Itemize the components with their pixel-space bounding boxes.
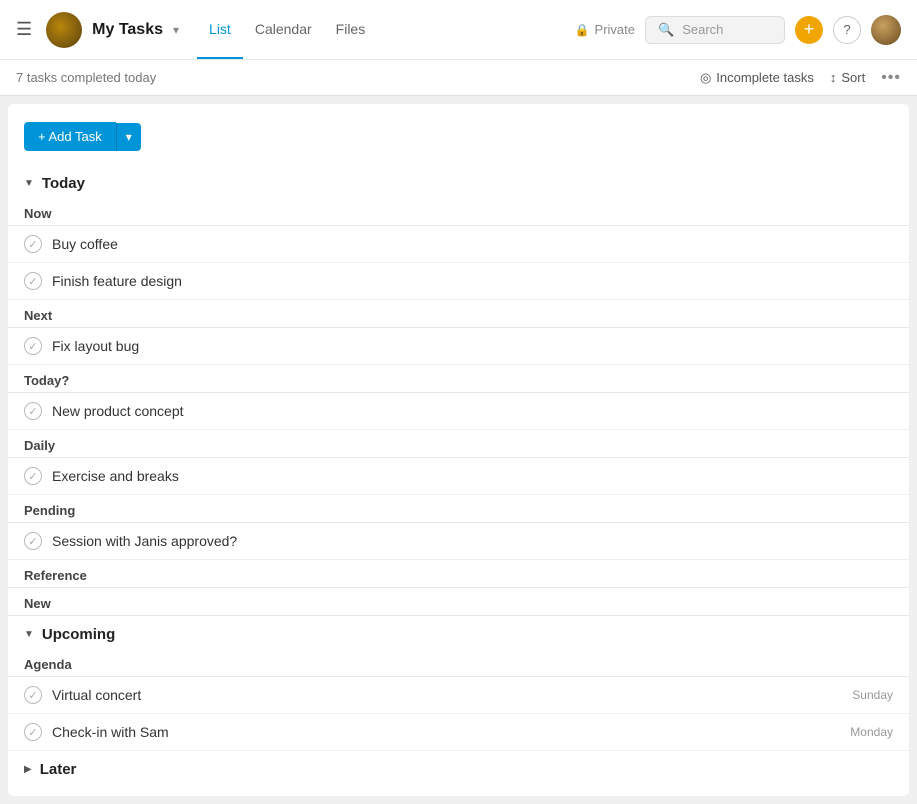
app-title-dropdown-icon[interactable]: ▾ [173, 23, 179, 37]
today-collapse-arrow: ▼ [24, 178, 34, 189]
task-name: Buy coffee [52, 236, 893, 252]
task-name: Virtual concert [52, 687, 842, 703]
task-name: Finish feature design [52, 273, 893, 289]
later-section-title: Later [40, 761, 77, 778]
tasks-completed-label: 7 tasks completed today [16, 70, 156, 85]
upcoming-section-title: Upcoming [42, 626, 115, 643]
header-left: ☰ My Tasks ▾ List Calendar Files [16, 1, 575, 59]
task-item[interactable]: ✓ Check-in with Sam Monday [8, 714, 909, 751]
add-task-row: + Add Task ▾ [8, 116, 909, 165]
incomplete-tasks-filter[interactable]: ◎ Incomplete tasks [700, 70, 814, 86]
task-item[interactable]: ✓ Exercise and breaks [8, 458, 909, 495]
sort-label: Sort [841, 70, 865, 85]
sort-button[interactable]: ↕ Sort [830, 70, 865, 85]
add-button[interactable]: + [795, 16, 823, 44]
task-item[interactable]: ✓ New product concept [8, 393, 909, 430]
task-item[interactable]: ✓ Session with Janis approved? [8, 523, 909, 560]
today-section-title: Today [42, 175, 85, 192]
subheader-bar: 7 tasks completed today ◎ Incomplete tas… [0, 60, 917, 96]
later-section: ▶ Later [8, 751, 909, 784]
upcoming-section-header[interactable]: ▼ Upcoming [8, 616, 909, 649]
today-section-header[interactable]: ▼ Today [8, 165, 909, 198]
later-section-header[interactable]: ▶ Later [8, 751, 909, 784]
tab-files[interactable]: Files [324, 1, 378, 59]
help-button[interactable]: ? [833, 16, 861, 44]
subsection-new-label: New [8, 588, 909, 616]
task-item[interactable]: ✓ Finish feature design [8, 263, 909, 300]
incomplete-tasks-label: Incomplete tasks [716, 70, 814, 85]
sort-icon: ↕ [830, 70, 837, 85]
subsection-reference-label: Reference [8, 560, 909, 588]
tab-list[interactable]: List [197, 1, 243, 59]
task-panel: + Add Task ▾ ▼ Today Now ✓ Buy coffee ✓ … [8, 104, 909, 796]
task-name: Session with Janis approved? [52, 533, 893, 549]
add-task-button[interactable]: + Add Task [24, 122, 116, 151]
task-date: Monday [850, 725, 893, 739]
today-section: ▼ Today Now ✓ Buy coffee ✓ Finish featur… [8, 165, 909, 616]
task-name: Exercise and breaks [52, 468, 893, 484]
more-options-button[interactable]: ••• [881, 69, 901, 87]
subsection-now-label: Now [8, 198, 909, 226]
task-check-icon[interactable]: ✓ [24, 235, 42, 253]
later-collapse-arrow: ▶ [24, 764, 32, 775]
upcoming-section: ▼ Upcoming Agenda ✓ Virtual concert Sund… [8, 616, 909, 751]
app-header: ☰ My Tasks ▾ List Calendar Files 🔒 Priva… [0, 0, 917, 60]
task-name: Fix layout bug [52, 338, 893, 354]
task-name: Check-in with Sam [52, 724, 840, 740]
hamburger-menu-icon[interactable]: ☰ [16, 19, 32, 40]
task-name: New product concept [52, 403, 893, 419]
subsection-todayq-label: Today? [8, 365, 909, 393]
task-check-icon[interactable]: ✓ [24, 532, 42, 550]
task-check-icon[interactable]: ✓ [24, 337, 42, 355]
search-icon: 🔍 [658, 22, 674, 38]
workspace-avatar [46, 12, 82, 48]
task-check-icon[interactable]: ✓ [24, 467, 42, 485]
app-title: My Tasks [92, 21, 163, 39]
lock-icon: 🔒 [575, 23, 590, 37]
tab-calendar[interactable]: Calendar [243, 1, 324, 59]
search-placeholder-text: Search [682, 22, 723, 37]
subsection-agenda-label: Agenda [8, 649, 909, 677]
task-item[interactable]: ✓ Buy coffee [8, 226, 909, 263]
upcoming-collapse-arrow: ▼ [24, 629, 34, 640]
task-item[interactable]: ✓ Virtual concert Sunday [8, 677, 909, 714]
privacy-indicator: 🔒 Private [575, 22, 635, 37]
main-content: + Add Task ▾ ▼ Today Now ✓ Buy coffee ✓ … [0, 96, 917, 804]
main-nav: List Calendar Files [197, 1, 377, 59]
task-check-icon[interactable]: ✓ [24, 402, 42, 420]
add-task-dropdown-button[interactable]: ▾ [116, 123, 141, 151]
task-check-icon[interactable]: ✓ [24, 686, 42, 704]
task-check-icon[interactable]: ✓ [24, 723, 42, 741]
user-avatar[interactable] [871, 15, 901, 45]
subsection-next-label: Next [8, 300, 909, 328]
private-label-text: Private [595, 22, 635, 37]
subsection-daily-label: Daily [8, 430, 909, 458]
subsection-pending-label: Pending [8, 495, 909, 523]
search-bar[interactable]: 🔍 Search [645, 16, 785, 44]
subheader-right: ◎ Incomplete tasks ↕ Sort ••• [700, 69, 901, 87]
task-item[interactable]: ✓ Fix layout bug [8, 328, 909, 365]
task-check-icon[interactable]: ✓ [24, 272, 42, 290]
filter-circle-icon: ◎ [700, 70, 711, 86]
header-right: 🔒 Private 🔍 Search + ? [575, 15, 901, 45]
